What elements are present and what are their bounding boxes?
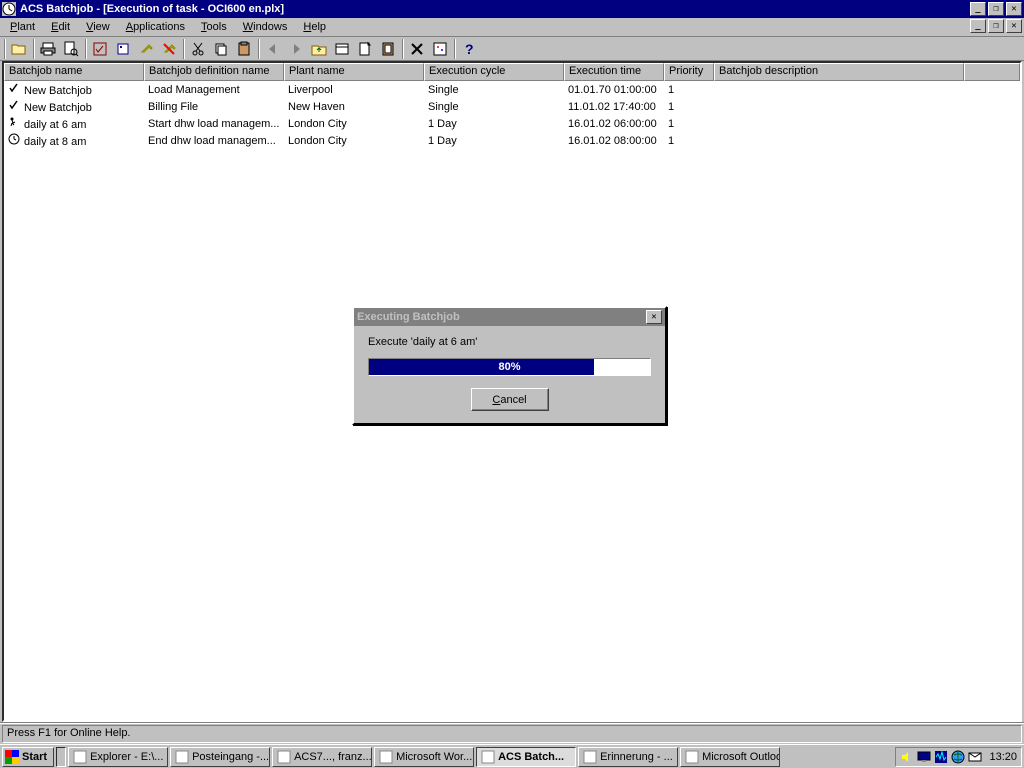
properties-icon[interactable]: [429, 39, 451, 59]
progress-bar: 80%: [368, 358, 651, 376]
status-text: Press F1 for Online Help.: [2, 725, 1022, 743]
back-icon[interactable]: [262, 39, 284, 59]
menu-windows[interactable]: Windows: [235, 20, 296, 34]
new-icon[interactable]: [354, 39, 376, 59]
maximize-button[interactable]: ❐: [988, 2, 1004, 16]
col-spacer: [964, 63, 1020, 81]
clipboard-icon[interactable]: [377, 39, 399, 59]
dialog-title: Executing Batchjob: [357, 311, 646, 323]
clock: 13:20: [989, 751, 1017, 763]
task-app-icon: [175, 750, 189, 764]
taskbar-item[interactable]: Microsoft Outlook: [680, 747, 780, 767]
row-status-icon: [8, 99, 22, 111]
toolbar: ?: [0, 37, 1024, 61]
preview-icon[interactable]: [60, 39, 82, 59]
svg-text:?: ?: [465, 41, 474, 57]
start-label: Start: [22, 751, 47, 763]
menu-help[interactable]: Help: [295, 20, 334, 34]
task-app-icon: [379, 750, 393, 764]
taskbar-item[interactable]: Posteingang -...: [170, 747, 270, 767]
help-icon[interactable]: ?: [458, 39, 480, 59]
table-row[interactable]: New BatchjobLoad ManagementLiverpoolSing…: [4, 81, 1020, 98]
tray-speaker-icon[interactable]: [900, 750, 914, 764]
col-priority[interactable]: Priority: [664, 63, 714, 81]
cancel-button[interactable]: Cancel: [471, 388, 549, 411]
taskbar-item[interactable]: ACS7..., franz...: [272, 747, 372, 767]
taskbar-item[interactable]: Microsoft Wor...: [374, 747, 474, 767]
row-status-icon: [8, 82, 22, 94]
task-app-icon: [685, 750, 699, 764]
executing-batchjob-dialog: Executing Batchjob ✕ Execute 'daily at 6…: [352, 306, 667, 425]
mdi-close-button[interactable]: ✕: [1006, 19, 1022, 33]
open-icon[interactable]: [8, 39, 30, 59]
task-app-icon: [583, 750, 597, 764]
tray-mail-icon[interactable]: [968, 750, 982, 764]
menu-plant[interactable]: Plant: [2, 20, 43, 34]
taskbar-item[interactable]: ACS Batch...: [476, 747, 576, 767]
task-app-icon: [277, 750, 291, 764]
windows-logo-icon: [5, 750, 19, 764]
tray-activity-icon[interactable]: [934, 750, 948, 764]
taskbar-item[interactable]: Erinnerung - ...: [578, 747, 678, 767]
col-execution-time[interactable]: Execution time: [564, 63, 664, 81]
table-row[interactable]: daily at 6 amStart dhw load managem...Lo…: [4, 115, 1020, 132]
delete-icon[interactable]: [406, 39, 428, 59]
menubar: Plant Edit View Applications Tools Windo…: [0, 18, 1024, 37]
taskbar-item[interactable]: Explorer - E:\...: [68, 747, 168, 767]
menu-tools[interactable]: Tools: [193, 20, 235, 34]
cut-icon[interactable]: [187, 39, 209, 59]
table-row[interactable]: daily at 8 amEnd dhw load managem...Lond…: [4, 132, 1020, 149]
col-description[interactable]: Batchjob description: [714, 63, 964, 81]
table-row[interactable]: New BatchjobBilling FileNew HavenSingle1…: [4, 98, 1020, 115]
app-icon: [2, 2, 16, 16]
mdi-minimize-button[interactable]: _: [970, 19, 986, 33]
tray-monitor-icon[interactable]: [917, 750, 931, 764]
forward-icon[interactable]: [285, 39, 307, 59]
row-status-icon: [8, 116, 22, 128]
col-plant-name[interactable]: Plant name: [284, 63, 424, 81]
quicklaunch-sep: [56, 747, 66, 767]
menu-edit[interactable]: Edit: [43, 20, 78, 34]
start-button[interactable]: Start: [2, 747, 54, 767]
task-app-icon: [73, 750, 87, 764]
print-icon[interactable]: [37, 39, 59, 59]
minimize-button[interactable]: _: [970, 2, 986, 16]
menu-view[interactable]: View: [78, 20, 118, 34]
progress-label: 80%: [369, 359, 650, 375]
window-title: ACS Batchjob - [Execution of task - OCI6…: [20, 3, 970, 15]
paste-icon[interactable]: [233, 39, 255, 59]
connect-icon[interactable]: [135, 39, 157, 59]
disconnect-icon[interactable]: [158, 39, 180, 59]
copy-icon[interactable]: [210, 39, 232, 59]
col-definition-name[interactable]: Batchjob definition name: [144, 63, 284, 81]
close-button[interactable]: ✕: [1006, 2, 1022, 16]
mdi-restore-button[interactable]: ❐: [988, 19, 1004, 33]
list-header: Batchjob name Batchjob definition name P…: [4, 63, 1020, 81]
system-tray: 13:20: [895, 747, 1022, 767]
up-icon[interactable]: [308, 39, 330, 59]
dialog-message: Execute 'daily at 6 am': [368, 336, 651, 348]
dialog-titlebar: Executing Batchjob ✕: [354, 308, 665, 326]
tray-globe-icon[interactable]: [951, 750, 965, 764]
refresh-icon[interactable]: [331, 39, 353, 59]
taskbar: Start Explorer - E:\...Posteingang -...A…: [0, 744, 1024, 768]
col-batchjob-name[interactable]: Batchjob name: [4, 63, 144, 81]
menu-applications[interactable]: Applications: [118, 20, 193, 34]
row-status-icon: [8, 133, 22, 145]
dialog-close-button[interactable]: ✕: [646, 310, 662, 324]
statusbar: Press F1 for Online Help.: [0, 722, 1024, 744]
titlebar: ACS Batchjob - [Execution of task - OCI6…: [0, 0, 1024, 18]
task-app-icon: [481, 750, 495, 764]
col-execution-cycle[interactable]: Execution cycle: [424, 63, 564, 81]
tool2-icon[interactable]: [112, 39, 134, 59]
tool1-icon[interactable]: [89, 39, 111, 59]
